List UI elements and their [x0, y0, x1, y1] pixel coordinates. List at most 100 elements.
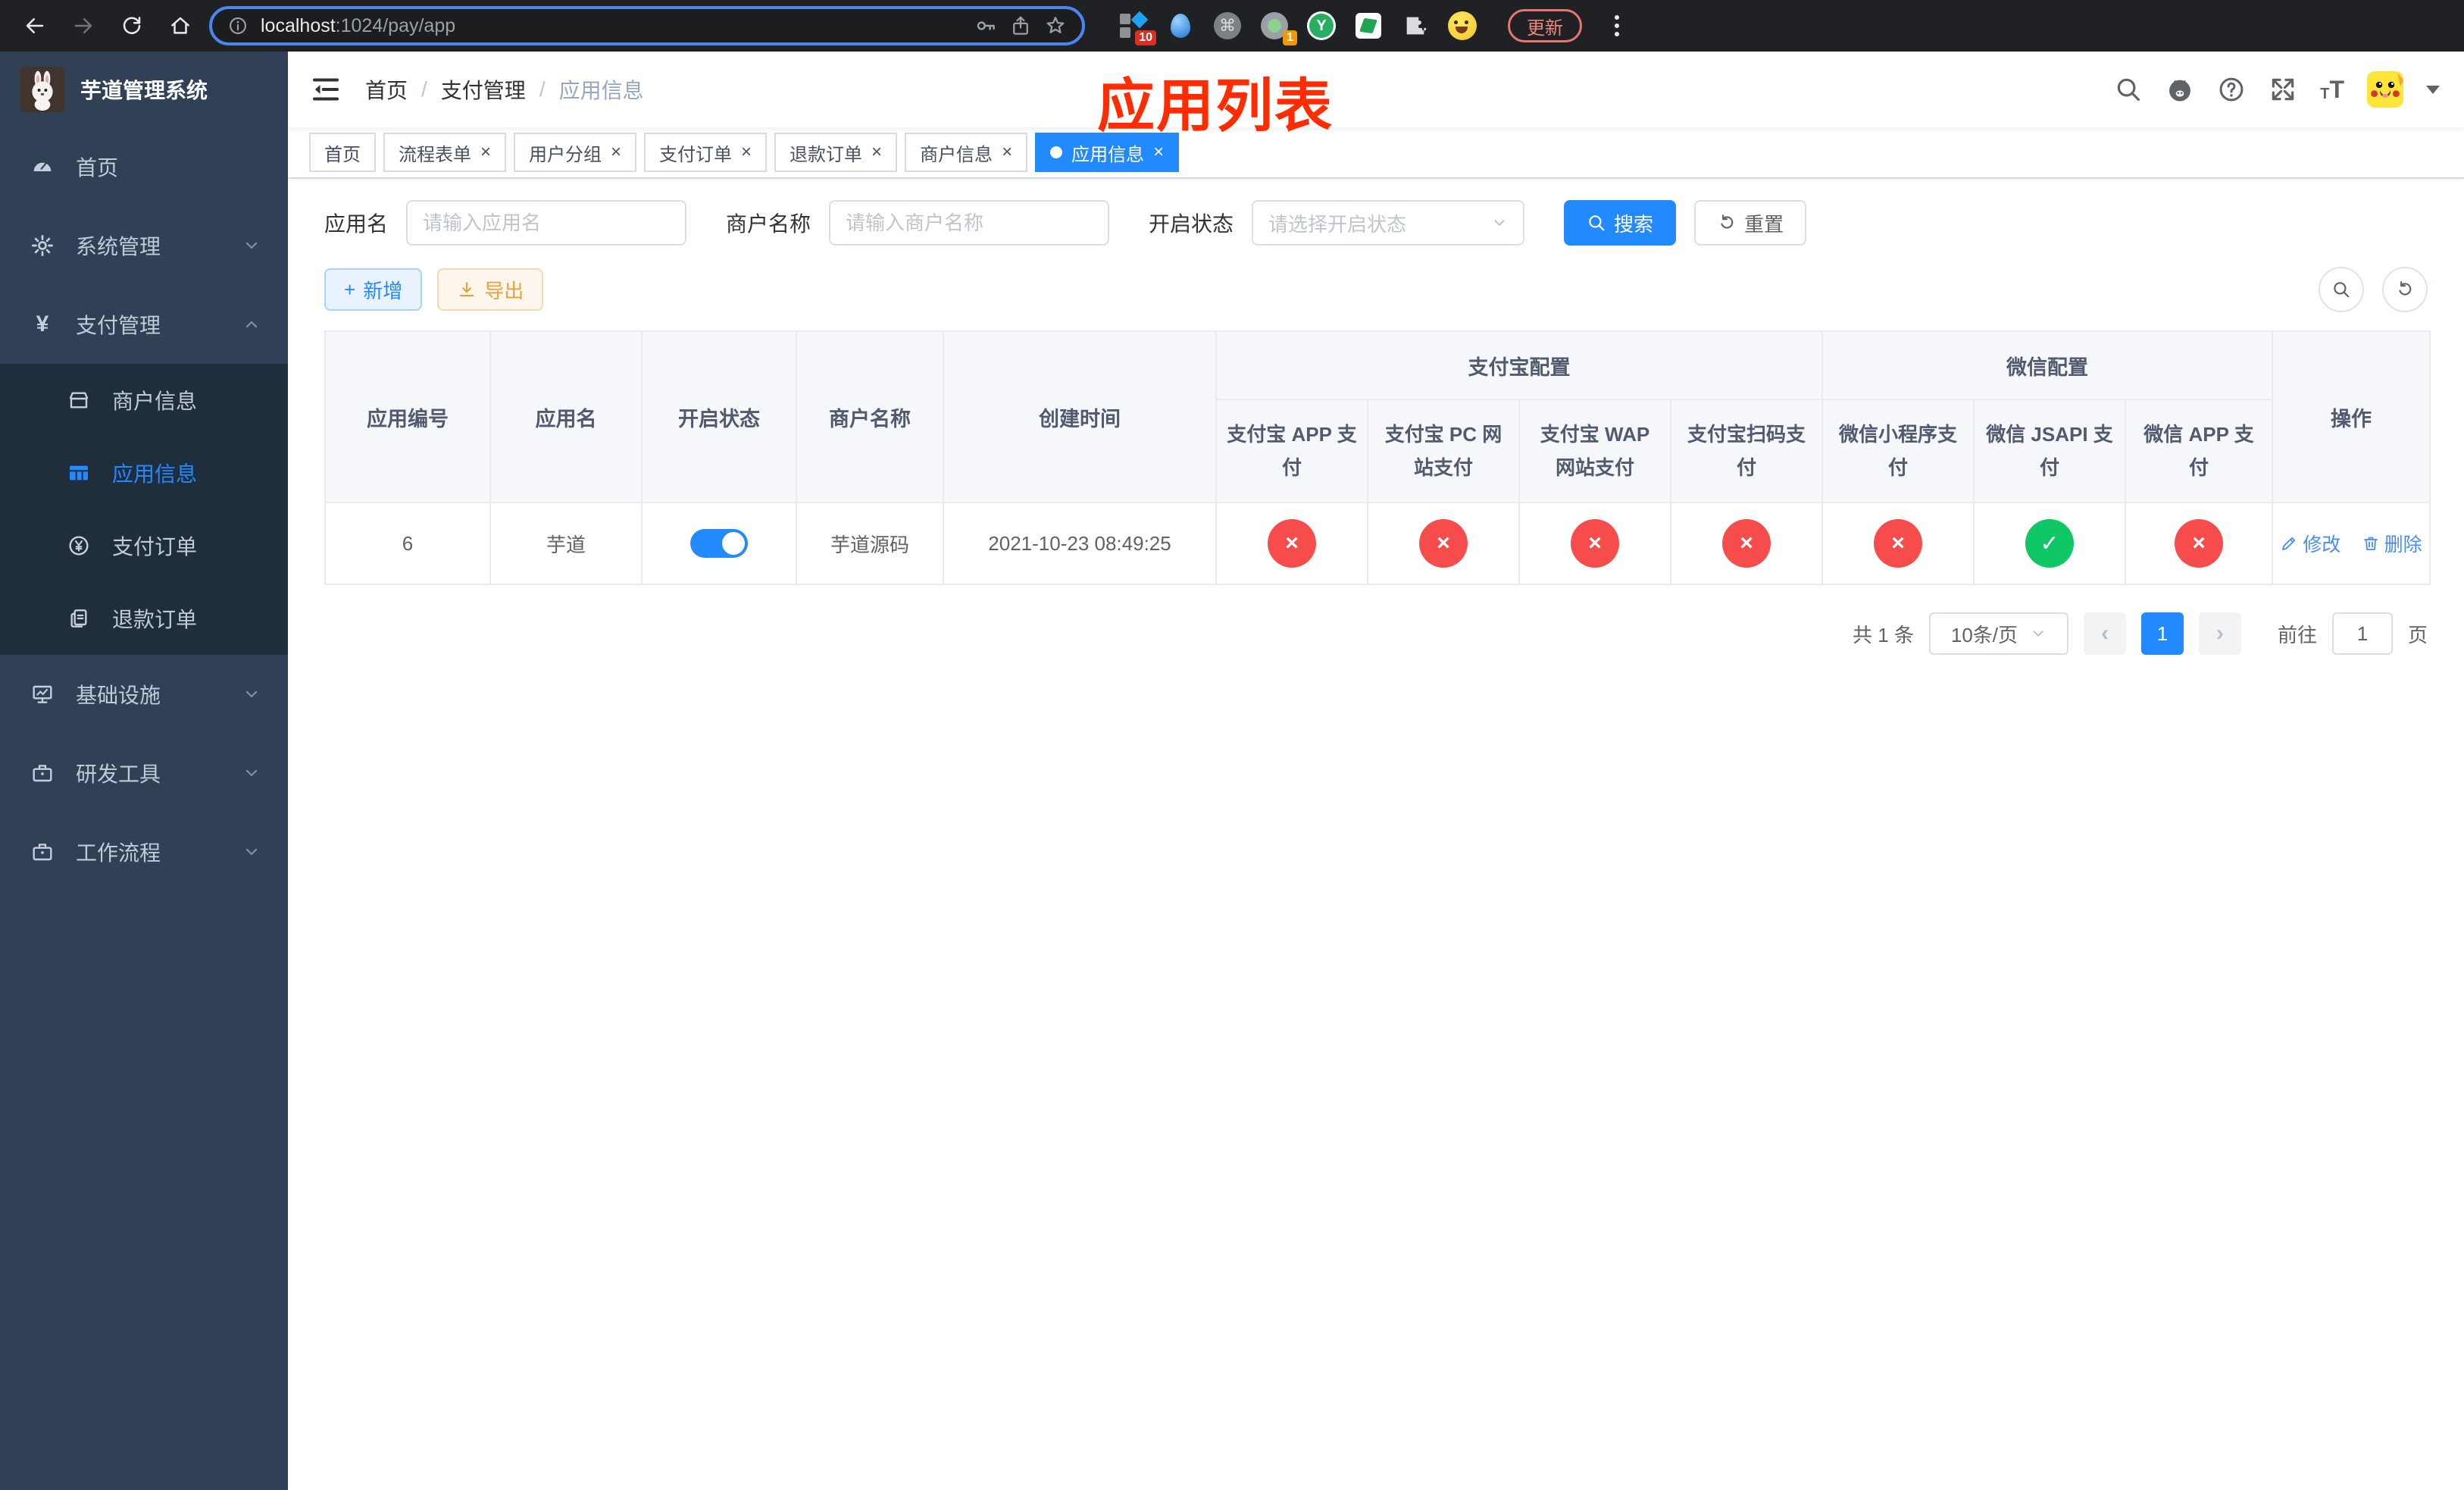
total-count: 共 1 条: [1853, 623, 1914, 646]
sidebar-item-dev-tools[interactable]: 研发工具: [0, 734, 288, 812]
address-bar[interactable]: localhost:1024/pay/app: [209, 6, 1085, 45]
add-button[interactable]: + 新增: [324, 268, 423, 311]
sidebar-item-refund-order[interactable]: 退款订单: [0, 582, 288, 655]
tab-label: 用户分组: [529, 144, 602, 165]
bookmark-star-icon[interactable]: [1044, 14, 1067, 37]
tab-refund-order[interactable]: 退款订单 ×: [774, 133, 898, 172]
home-icon: [169, 14, 192, 37]
extension-badge: 10: [1135, 30, 1156, 45]
app-name-input[interactable]: [406, 200, 687, 246]
tab-close-icon[interactable]: ×: [1002, 143, 1012, 161]
tab-close-icon[interactable]: ×: [611, 143, 621, 161]
cell-enabled: [641, 502, 797, 585]
merchant-name-input[interactable]: [829, 200, 1110, 246]
col-actions: 操作: [2272, 330, 2431, 503]
goto-page-input[interactable]: [2331, 612, 2393, 655]
profile-emoji-icon[interactable]: [1447, 11, 1477, 41]
breadcrumb-home[interactable]: 首页: [365, 74, 408, 105]
sidebar-item-infrastructure[interactable]: 基础设施: [0, 655, 288, 734]
sidebar-item-home[interactable]: 首页: [0, 127, 288, 206]
search-button[interactable]: 搜索: [1564, 200, 1677, 246]
header-search-icon[interactable]: [2114, 75, 2143, 104]
tab-close-icon[interactable]: ×: [871, 143, 882, 161]
toggle-search-button[interactable]: [2319, 267, 2364, 312]
next-page-button[interactable]: ›: [2198, 612, 2241, 655]
help-icon[interactable]: [2217, 75, 2246, 104]
tab-process-form[interactable]: 流程表单 ×: [383, 133, 507, 172]
github-icon[interactable]: [2165, 75, 2194, 104]
extension-balloon-icon[interactable]: [1165, 11, 1196, 41]
tab-close-icon[interactable]: ×: [480, 143, 491, 161]
col-alipay-wap: 支付宝 WAP 网站支付: [1518, 399, 1671, 503]
wechat-jsapi-status-icon: ✓: [2025, 519, 2074, 568]
sidebar-item-label: 支付订单: [112, 535, 198, 559]
sidebar-item-system[interactable]: 系统管理: [0, 206, 288, 285]
user-avatar[interactable]: [2367, 71, 2403, 108]
edit-link[interactable]: 修改: [2280, 530, 2340, 557]
page-content: 应用名 商户名称 开启状态 请选择开启状态 搜索: [288, 179, 2464, 1490]
avatar-dropdown-caret-icon[interactable]: [2426, 85, 2440, 94]
extensions-puzzle-icon[interactable]: [1400, 11, 1431, 41]
app-name-label: 应用名: [324, 212, 389, 236]
sidebar-item-pay-order[interactable]: 支付订单: [0, 509, 288, 582]
chevron-down-icon: [242, 685, 261, 703]
site-info-icon[interactable]: [227, 15, 249, 36]
prev-page-button[interactable]: ‹: [2083, 612, 2126, 655]
reset-button[interactable]: 重置: [1694, 200, 1807, 246]
extension-y-icon[interactable]: Y: [1306, 11, 1337, 41]
font-size-icon[interactable]: TT: [2320, 77, 2344, 102]
browser-forward-button[interactable]: [64, 6, 103, 45]
next-chevron-icon: ›: [2215, 621, 2224, 646]
page-number-1[interactable]: 1: [2140, 612, 2184, 655]
sidebar-item-label: 支付管理: [76, 314, 161, 337]
sidebar-item-app-info[interactable]: 应用信息: [0, 437, 288, 509]
sidebar-logo[interactable]: 芋道管理系统: [0, 52, 288, 127]
status-select[interactable]: 请选择开启状态: [1252, 200, 1525, 246]
app-title: 芋道管理系统: [80, 79, 208, 102]
delete-label: 删除: [2384, 534, 2422, 556]
col-alipay-app: 支付宝 APP 支付: [1215, 399, 1368, 503]
sidebar-item-payment[interactable]: ¥ 支付管理: [0, 285, 288, 364]
row-enabled-toggle[interactable]: [690, 529, 748, 558]
delete-link[interactable]: 删除: [2362, 530, 2422, 557]
tab-merchant-info[interactable]: 商户信息 ×: [905, 133, 1028, 172]
chevron-down-icon: [242, 236, 261, 255]
extension-command-icon[interactable]: ⌘: [1212, 11, 1243, 41]
tag-shape: [1359, 17, 1377, 34]
rabbit-logo-icon: [20, 67, 65, 112]
tab-home[interactable]: 首页: [309, 133, 376, 172]
add-button-label: 新增: [363, 279, 403, 302]
browser-home-button[interactable]: [161, 6, 200, 45]
tab-pay-order[interactable]: 支付订单 ×: [644, 133, 768, 172]
tab-close-icon[interactable]: ×: [1153, 143, 1164, 161]
tab-label: 流程表单: [399, 144, 471, 165]
forward-arrow-icon: [72, 14, 95, 37]
tab-close-icon[interactable]: ×: [741, 143, 752, 161]
share-icon[interactable]: [1009, 14, 1032, 37]
extension-tag-icon[interactable]: [1353, 11, 1384, 41]
sidebar-item-merchant-info[interactable]: 商户信息: [0, 364, 288, 437]
sidebar-toggle-icon[interactable]: [311, 74, 341, 105]
password-key-icon[interactable]: [974, 14, 997, 37]
refresh-table-button[interactable]: [2382, 267, 2428, 312]
browser-menu-button[interactable]: [1603, 12, 1631, 39]
browser-reload-button[interactable]: [112, 6, 152, 45]
sidebar-item-label: 系统管理: [76, 235, 161, 258]
url-text[interactable]: localhost:1024/pay/app: [261, 15, 962, 37]
breadcrumb-payment[interactable]: 支付管理: [441, 74, 526, 105]
browser-extensions: 10 ⌘ 1 Y: [1118, 11, 1477, 45]
alipay-app-status-icon: ×: [1268, 519, 1316, 568]
extension-lens-icon[interactable]: 1: [1259, 11, 1297, 45]
tab-user-group[interactable]: 用户分组 ×: [514, 133, 637, 172]
sidebar-item-workflow[interactable]: 工作流程: [0, 812, 288, 891]
url-host: localhost: [261, 14, 336, 36]
browser-update-button[interactable]: 更新: [1508, 9, 1582, 42]
cell-app-name: 芋道: [489, 502, 643, 585]
browser-back-button[interactable]: [15, 6, 55, 45]
export-button[interactable]: 导出: [437, 268, 544, 311]
fullscreen-icon[interactable]: [2269, 75, 2297, 104]
extension-grid-icon[interactable]: 10: [1118, 11, 1156, 45]
page-size-select[interactable]: 10条/页: [1928, 612, 2068, 655]
back-arrow-icon: [23, 14, 46, 37]
tab-label: 首页: [324, 144, 361, 165]
